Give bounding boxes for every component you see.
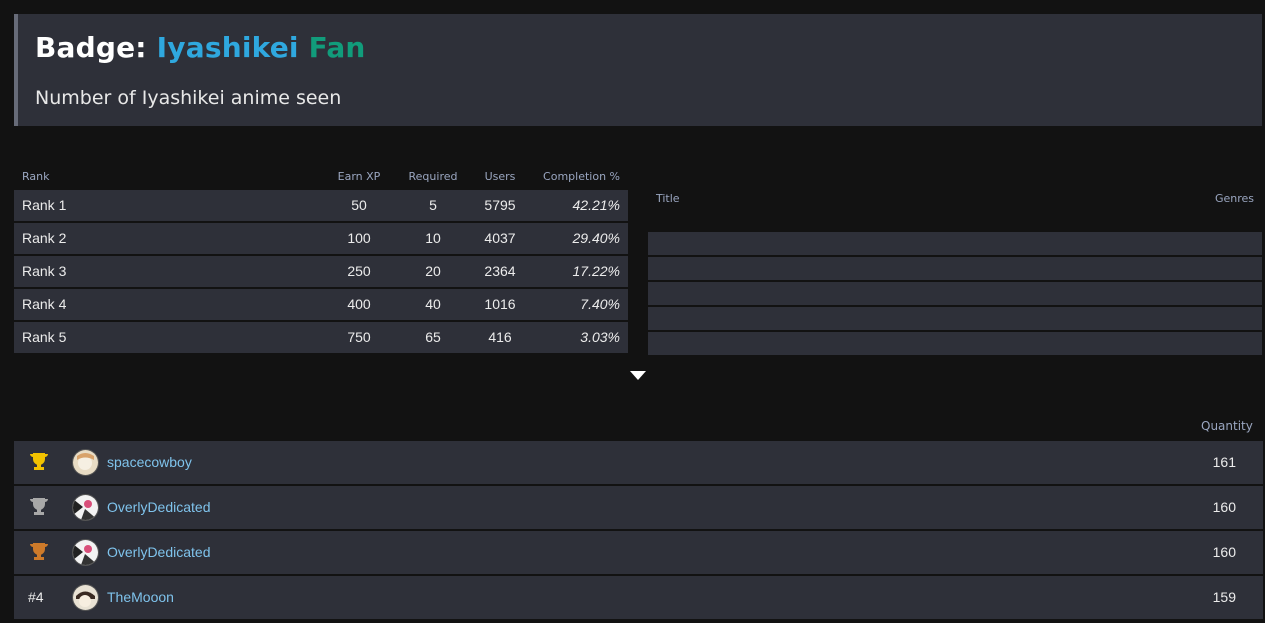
rank-users: 1016 — [484, 296, 516, 312]
username-link[interactable]: spacecowboy — [107, 441, 192, 484]
rank-users: 4037 — [484, 230, 516, 246]
rank-label: Rank 2 — [22, 230, 67, 246]
badge-name-word2: Fan — [308, 31, 366, 64]
rank-required: 20 — [425, 263, 441, 279]
rank-xp: 50 — [351, 197, 367, 213]
header-required: Required — [408, 170, 458, 183]
rank-required: 40 — [425, 296, 441, 312]
leaderboard: spacecowboy 161 OverlyDedicated 160 Over… — [14, 441, 1263, 621]
username-link[interactable]: OverlyDedicated — [107, 531, 211, 574]
header-users: Users — [484, 170, 516, 183]
avatar[interactable] — [72, 584, 99, 611]
rank-label: Rank 3 — [22, 263, 67, 279]
rank-users: 5795 — [484, 197, 516, 213]
header-rank: Rank — [22, 170, 50, 183]
rank-required: 65 — [425, 329, 441, 345]
silver-trophy-icon — [30, 498, 48, 515]
leaderboard-row: OverlyDedicated 160 — [14, 486, 1263, 529]
rank-required: 10 — [425, 230, 441, 246]
anime-row[interactable] — [648, 232, 1262, 255]
anime-row[interactable] — [648, 307, 1262, 330]
anime-row[interactable] — [648, 282, 1262, 305]
rank-completion: 3.03% — [580, 329, 620, 345]
badge-title: Badge: Iyashikei Fan — [35, 31, 366, 64]
badge-name-word1: Iyashikei — [156, 31, 299, 64]
avatar[interactable] — [72, 449, 99, 476]
avatar[interactable] — [72, 494, 99, 521]
username-link[interactable]: OverlyDedicated — [107, 486, 211, 529]
rank-row: Rank 1 50 5 5795 42.21% — [14, 190, 628, 221]
rank-completion: 29.40% — [572, 230, 620, 246]
rank-xp: 400 — [347, 296, 371, 312]
anime-row[interactable] — [648, 257, 1262, 280]
rank-xp: 250 — [347, 263, 371, 279]
rank-completion: 7.40% — [580, 296, 620, 312]
anime-row[interactable] — [648, 332, 1262, 355]
badge-description: Number of Iyashikei anime seen — [35, 87, 342, 109]
quantity-value: 161 — [1212, 454, 1236, 470]
gold-trophy-icon — [30, 453, 48, 470]
rank-users: 2364 — [484, 263, 516, 279]
username-link[interactable]: TheMooon — [107, 576, 174, 619]
avatar[interactable] — [72, 539, 99, 566]
rank-xp: 100 — [347, 230, 371, 246]
quantity-value: 159 — [1212, 589, 1236, 605]
quantity-value: 160 — [1212, 499, 1236, 515]
rank-label: Rank 1 — [22, 197, 67, 213]
header-genres: Genres — [1214, 192, 1254, 205]
rank-required: 5 — [429, 197, 437, 213]
badge-title-prefix: Badge: — [35, 31, 147, 64]
leaderboard-row: #4 TheMooon 159 — [14, 576, 1263, 619]
quantity-value: 160 — [1212, 544, 1236, 560]
rank-row: Rank 5 750 65 416 3.03% — [14, 322, 628, 353]
rank-row: Rank 4 400 40 1016 7.40% — [14, 289, 628, 320]
rank-completion: 17.22% — [572, 263, 620, 279]
quantity-header: Quantity — [1201, 419, 1253, 433]
rank-xp: 750 — [347, 329, 371, 345]
rank-completion: 42.21% — [572, 197, 620, 213]
caret-down-icon[interactable] — [630, 371, 646, 380]
rank-label: Rank 5 — [22, 329, 67, 345]
rank-table: Rank Earn XP Required Users Completion %… — [14, 170, 628, 353]
rank-table-header: Rank Earn XP Required Users Completion % — [14, 170, 628, 188]
header-earn-xp: Earn XP — [337, 170, 381, 183]
rank-row: Rank 2 100 10 4037 29.40% — [14, 223, 628, 254]
position-label: #4 — [28, 589, 44, 605]
rank-users: 416 — [488, 329, 512, 345]
rank-label: Rank 4 — [22, 296, 67, 312]
leaderboard-row: spacecowboy 161 — [14, 441, 1263, 484]
rank-row: Rank 3 250 20 2364 17.22% — [14, 256, 628, 287]
anime-table-header: Title Genres — [648, 190, 1262, 232]
badge-header: Badge: Iyashikei Fan Number of Iyashikei… — [14, 14, 1262, 126]
anime-table: Title Genres — [648, 190, 1262, 357]
header-title: Title — [656, 192, 680, 205]
header-completion: Completion % — [543, 170, 620, 183]
leaderboard-row: OverlyDedicated 160 — [14, 531, 1263, 574]
bronze-trophy-icon — [30, 543, 48, 560]
